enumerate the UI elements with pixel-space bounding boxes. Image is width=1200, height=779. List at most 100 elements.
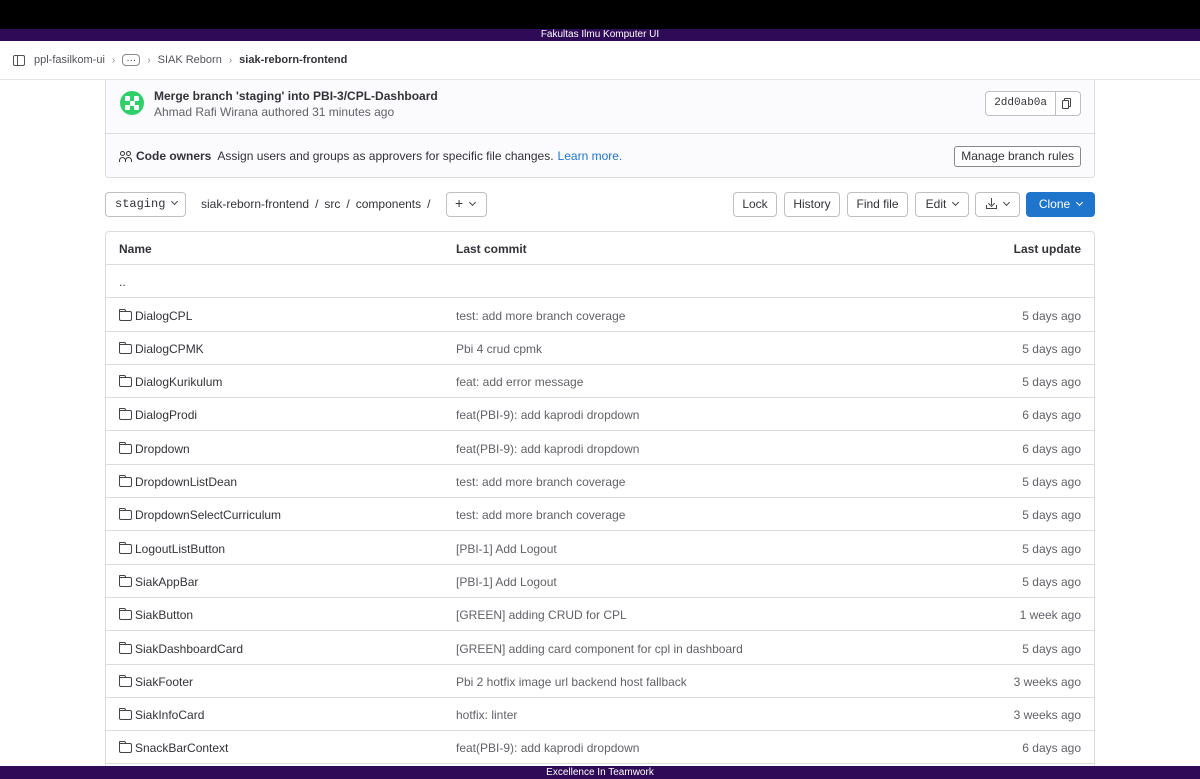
- footer-bar: Excellence In Teamwork: [0, 766, 1200, 779]
- folder-icon: [118, 741, 132, 754]
- table-row[interactable]: SnackBarContext feat(PBI-9): add kaprodi …: [106, 731, 1094, 765]
- add-file-button[interactable]: +: [446, 192, 487, 217]
- folder-name[interactable]: SnackBarContext: [135, 741, 228, 755]
- find-file-button[interactable]: Find file: [847, 192, 908, 217]
- clone-button[interactable]: Clone: [1026, 192, 1095, 217]
- commit-message-link[interactable]: feat: add error message: [456, 375, 583, 389]
- file-name[interactable]: DialogKurikulum: [118, 375, 222, 389]
- commit-message-link[interactable]: test: add more branch coverage: [456, 309, 625, 323]
- plus-icon: +: [455, 195, 464, 211]
- file-name[interactable]: SiakButton: [118, 608, 193, 622]
- sidebar-toggle-icon[interactable]: [13, 54, 25, 66]
- table-row[interactable]: Dropdown feat(PBI-9): add kaprodi dropdow…: [106, 432, 1094, 465]
- path-segment[interactable]: siak-reborn-frontend: [201, 197, 309, 211]
- last-update: 5 days ago: [1022, 641, 1081, 656]
- file-name[interactable]: DialogCPMK: [118, 341, 204, 356]
- folder-name[interactable]: DropdownSelectCurriculum: [135, 508, 281, 522]
- file-name[interactable]: DropdownSelectCurriculum: [118, 508, 281, 522]
- folder-icon: [118, 441, 132, 454]
- folder-name[interactable]: DropdownListDean: [135, 475, 237, 489]
- folder-icon: [118, 541, 132, 554]
- learn-more-link[interactable]: Learn more.: [558, 149, 623, 163]
- manage-branch-rules-button[interactable]: Manage branch rules: [954, 146, 1081, 167]
- table-row[interactable]: DialogCPL test: add more branch coverage 5…: [106, 299, 1094, 332]
- commit-row: Merge branch 'staging' into PBI-3/CPL-Da…: [106, 80, 1094, 134]
- breadcrumb-repo[interactable]: siak-reborn-frontend: [239, 54, 347, 66]
- table-row[interactable]: SiakButton [GREEN] adding CRUD for CPL 1 w…: [106, 598, 1094, 632]
- folder-name[interactable]: DialogCPL: [135, 309, 192, 323]
- folder-name[interactable]: DialogProdi: [135, 408, 197, 422]
- copy-icon[interactable]: [1056, 91, 1081, 116]
- commit-message-link[interactable]: test: add more branch coverage: [456, 475, 625, 489]
- table-row[interactable]: SiakInfoCard hotfix: linter 3 weeks ago: [106, 698, 1094, 732]
- file-name[interactable]: SnackBarContext: [118, 741, 228, 755]
- commit-message-link[interactable]: Pbi 2 hotfix image url backend host fall…: [456, 675, 687, 689]
- folder-name[interactable]: DialogKurikulum: [135, 375, 222, 389]
- commit-title[interactable]: Merge branch 'staging' into PBI-3/CPL-Da…: [154, 89, 438, 103]
- commit-message-link[interactable]: feat(PBI-9): add kaprodi dropdown: [456, 442, 639, 456]
- branch-selector[interactable]: staging: [105, 192, 186, 217]
- last-update: 5 days ago: [1022, 541, 1081, 556]
- commit-message-link[interactable]: feat(PBI-9): add kaprodi dropdown: [456, 408, 639, 422]
- breadcrumb-project[interactable]: SIAK Reborn: [158, 54, 222, 66]
- commit-message-link[interactable]: Pbi 4 crud cpmk: [456, 342, 542, 356]
- lock-button[interactable]: Lock: [733, 192, 777, 217]
- table-row[interactable]: DialogProdi feat(PBI-9): add kaprodi drop…: [106, 398, 1094, 432]
- table-row[interactable]: LogoutListButton [PBI-1] Add Logout 5 days…: [106, 532, 1094, 565]
- table-row[interactable]: DialogKurikulum feat: add error message 5 …: [106, 365, 1094, 399]
- edit-label: Edit: [925, 197, 947, 211]
- path-segment[interactable]: components: [356, 197, 421, 211]
- edit-button[interactable]: Edit: [915, 192, 969, 217]
- folder-name[interactable]: SiakFooter: [135, 675, 193, 689]
- file-name[interactable]: DialogCPL: [118, 308, 192, 323]
- last-update: 5 days ago: [1022, 508, 1081, 523]
- file-name[interactable]: SiakDashboardCard: [118, 641, 243, 656]
- table-header: Name Last commit Last update: [106, 232, 1094, 265]
- folder-name[interactable]: SiakAppBar: [135, 575, 198, 589]
- parent-directory-row[interactable]: ..: [106, 265, 1094, 298]
- last-update: 5 days ago: [1022, 308, 1081, 323]
- file-name[interactable]: SiakInfoCard: [118, 708, 204, 722]
- folder-name[interactable]: DialogCPMK: [135, 342, 204, 356]
- commit-message-link[interactable]: [GREEN] adding CRUD for CPL: [456, 608, 627, 622]
- avatar[interactable]: [120, 91, 144, 115]
- table-row[interactable]: DropdownListDean test: add more branch co…: [106, 465, 1094, 498]
- commit-sha[interactable]: 2dd0ab0a: [985, 91, 1056, 116]
- file-name[interactable]: Dropdown: [118, 441, 190, 456]
- table-row[interactable]: DialogCPMK Pbi 4 crud cpmk 5 days ago: [106, 332, 1094, 365]
- parent-directory-link[interactable]: ..: [119, 275, 126, 289]
- folder-icon: [118, 641, 132, 654]
- folder-name[interactable]: SiakButton: [135, 608, 193, 622]
- file-name[interactable]: DropdownListDean: [118, 475, 237, 489]
- file-name[interactable]: SiakAppBar: [118, 574, 198, 589]
- folder-name[interactable]: SiakDashboardCard: [135, 642, 243, 656]
- commit-message-link[interactable]: [GREEN] adding card component for cpl in…: [456, 642, 743, 656]
- breadcrumb-group[interactable]: ppl-fasilkom-ui: [34, 54, 105, 66]
- file-name[interactable]: DialogProdi: [118, 408, 197, 422]
- folder-name[interactable]: LogoutListButton: [135, 542, 225, 556]
- file-name[interactable]: LogoutListButton: [118, 541, 225, 556]
- file-name[interactable]: SiakFooter: [118, 674, 193, 689]
- commit-sha-group: 2dd0ab0a: [985, 91, 1081, 116]
- path-segment[interactable]: src: [324, 197, 340, 211]
- folder-icon: [118, 508, 132, 521]
- folder-name[interactable]: SiakInfoCard: [135, 708, 204, 722]
- download-button[interactable]: [975, 192, 1020, 217]
- header-last-update: Last update: [1013, 242, 1081, 256]
- table-row[interactable]: SiakAppBar [PBI-1] Add Logout 5 days ago: [106, 565, 1094, 598]
- commit-message-link[interactable]: [PBI-1] Add Logout: [456, 542, 557, 556]
- folder-name[interactable]: Dropdown: [135, 442, 190, 456]
- commit-message-link[interactable]: [PBI-1] Add Logout: [456, 575, 557, 589]
- table-row[interactable]: DropdownSelectCurriculum test: add more b…: [106, 498, 1094, 532]
- breadcrumb-more-button[interactable]: …: [122, 54, 141, 66]
- table-row[interactable]: SiakDashboardCard [GREEN] adding card com…: [106, 632, 1094, 665]
- history-button[interactable]: History: [784, 192, 840, 217]
- branch-name: staging: [115, 197, 166, 211]
- commit-message-link[interactable]: hotfix: linter: [456, 708, 517, 722]
- commit-message-link[interactable]: test: add more branch coverage: [456, 508, 625, 522]
- last-commit-panel: Merge branch 'staging' into PBI-3/CPL-Da…: [105, 80, 1095, 178]
- folder-icon: [118, 574, 132, 587]
- table-row[interactable]: SiakFooter Pbi 2 hotfix image url backend…: [106, 665, 1094, 698]
- commit-message-link[interactable]: feat(PBI-9): add kaprodi dropdown: [456, 741, 639, 755]
- folder-icon: [118, 308, 132, 321]
